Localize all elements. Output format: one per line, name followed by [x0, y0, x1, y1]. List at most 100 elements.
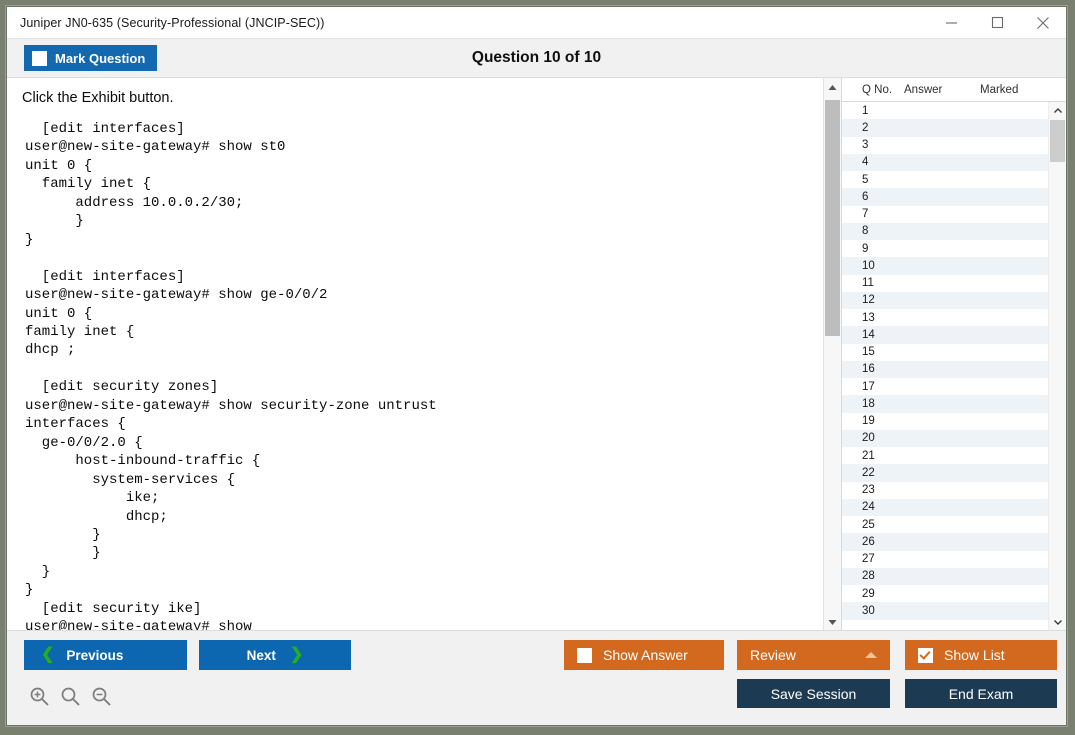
- table-row[interactable]: 17: [842, 378, 1049, 395]
- table-row[interactable]: 20: [842, 429, 1049, 447]
- chevron-up-icon: [1053, 102, 1063, 120]
- cell-question-number: 13: [862, 311, 875, 324]
- maximize-icon: [991, 16, 1004, 29]
- content-scrollbar[interactable]: [823, 78, 841, 630]
- show-list-button[interactable]: Show List: [905, 640, 1057, 670]
- show-answer-button[interactable]: Show Answer: [564, 640, 724, 670]
- cell-question-number: 19: [862, 415, 875, 428]
- table-row[interactable]: 9: [842, 240, 1049, 257]
- desktop-background: Juniper JN0-635 (Security-Professional (…: [0, 0, 1075, 735]
- maximize-button[interactable]: [974, 7, 1020, 38]
- content-scroll-up-button[interactable]: [824, 78, 841, 95]
- cell-question-number: 3: [862, 139, 869, 152]
- question-prompt: Click the Exhibit button.: [22, 90, 174, 106]
- cell-question-number: 5: [862, 173, 869, 186]
- window-titlebar: Juniper JN0-635 (Security-Professional (…: [7, 7, 1066, 39]
- show-answer-label: Show Answer: [603, 647, 688, 663]
- window-title: Juniper JN0-635 (Security-Professional (…: [20, 15, 325, 30]
- review-label: Review: [750, 647, 796, 663]
- cell-question-number: 23: [862, 484, 875, 497]
- cell-question-number: 24: [862, 501, 875, 514]
- exam-window: Juniper JN0-635 (Security-Professional (…: [6, 6, 1067, 726]
- exam-footer: ❮ Previous Next ❯ Show Answer Review Sho…: [7, 630, 1066, 725]
- cell-question-number: 1: [862, 104, 869, 117]
- end-exam-label: End Exam: [948, 685, 1014, 702]
- table-row[interactable]: 26: [842, 533, 1049, 551]
- question-list-rows: 1 2 3 4 5 6 7 8 9 10 11 12 13 14 15 16 17 18 19 20 21 22 23 24 2…: [842, 102, 1049, 630]
- cell-question-number: 4: [862, 156, 869, 169]
- list-scroll-thumb[interactable]: [1050, 120, 1065, 162]
- table-row[interactable]: 23: [842, 482, 1049, 499]
- show-list-checkbox[interactable]: [918, 647, 933, 663]
- caret-up-icon: [828, 78, 837, 96]
- cell-question-number: 12: [862, 294, 875, 307]
- table-row[interactable]: 6: [842, 188, 1049, 206]
- list-scroll-down-button[interactable]: [1049, 613, 1066, 630]
- cell-question-number: 7: [862, 208, 869, 221]
- zoom-in-icon[interactable]: [29, 686, 50, 712]
- previous-button[interactable]: ❮ Previous: [24, 640, 187, 670]
- save-session-label: Save Session: [770, 685, 857, 702]
- table-row[interactable]: 13: [842, 309, 1049, 326]
- cell-question-number: 16: [862, 363, 875, 376]
- content-scroll-thumb[interactable]: [825, 100, 840, 336]
- exam-header-bar: Mark Question Question 10 of 10: [7, 39, 1066, 78]
- table-row[interactable]: 22: [842, 464, 1049, 482]
- table-row[interactable]: 4: [842, 153, 1049, 171]
- table-row[interactable]: 19: [842, 413, 1049, 430]
- zoom-reset-icon[interactable]: [60, 686, 81, 712]
- close-icon: [1036, 16, 1050, 30]
- table-row[interactable]: 27: [842, 551, 1049, 568]
- list-scroll-up-button[interactable]: [1049, 102, 1066, 119]
- table-row[interactable]: 12: [842, 291, 1049, 309]
- cell-question-number: 15: [862, 346, 875, 359]
- table-row[interactable]: 1: [842, 102, 1049, 119]
- show-answer-checkbox[interactable]: [577, 647, 592, 663]
- question-list-scrollbar[interactable]: [1048, 102, 1066, 630]
- exhibit-code-block: [edit interfaces] user@new-site-gateway#…: [25, 121, 437, 630]
- cell-question-number: 8: [862, 225, 869, 238]
- table-row[interactable]: 2: [842, 119, 1049, 137]
- cell-question-number: 11: [862, 277, 874, 290]
- cell-question-number: 18: [862, 397, 875, 410]
- zoom-out-icon[interactable]: [91, 686, 112, 712]
- cell-question-number: 14: [862, 328, 875, 341]
- table-row[interactable]: 3: [842, 137, 1049, 154]
- review-dropdown[interactable]: Review: [737, 640, 890, 670]
- minimize-button[interactable]: [928, 7, 974, 38]
- cell-question-number: 9: [862, 242, 869, 255]
- question-counter: Question 10 of 10: [471, 49, 602, 66]
- minimize-icon: [945, 16, 958, 29]
- table-row[interactable]: 24: [842, 498, 1049, 516]
- cell-question-number: 20: [862, 432, 875, 445]
- table-row[interactable]: 30: [842, 602, 1049, 620]
- close-button[interactable]: [1020, 7, 1066, 38]
- mark-question-checkbox[interactable]: [32, 50, 47, 66]
- table-row[interactable]: 10: [842, 257, 1049, 275]
- table-row[interactable]: 8: [842, 222, 1049, 240]
- table-row[interactable]: 7: [842, 206, 1049, 223]
- next-button[interactable]: Next ❯: [199, 640, 351, 670]
- cell-question-number: 30: [862, 604, 875, 617]
- table-row[interactable]: 29: [842, 585, 1049, 602]
- cell-question-number: 26: [862, 535, 875, 548]
- mark-question-button[interactable]: Mark Question: [24, 45, 158, 71]
- table-row[interactable]: 25: [842, 516, 1049, 533]
- column-header-qno: Q No.: [862, 83, 893, 96]
- cell-question-number: 29: [862, 587, 875, 600]
- table-row[interactable]: 5: [842, 171, 1049, 188]
- save-session-button[interactable]: Save Session: [737, 679, 890, 708]
- table-row[interactable]: 11: [842, 275, 1049, 292]
- next-label: Next: [246, 647, 276, 663]
- table-row[interactable]: 16: [842, 360, 1049, 378]
- table-row[interactable]: 21: [842, 447, 1049, 464]
- chevron-left-icon: ❮: [41, 646, 55, 663]
- table-row[interactable]: 28: [842, 567, 1049, 585]
- end-exam-button[interactable]: End Exam: [905, 679, 1057, 708]
- chevron-right-icon: ❯: [289, 646, 304, 663]
- table-row[interactable]: 15: [842, 344, 1049, 361]
- table-row[interactable]: 18: [842, 395, 1049, 413]
- table-row[interactable]: 14: [842, 326, 1049, 344]
- window-controls: [928, 7, 1066, 38]
- content-scroll-down-button[interactable]: [824, 613, 841, 630]
